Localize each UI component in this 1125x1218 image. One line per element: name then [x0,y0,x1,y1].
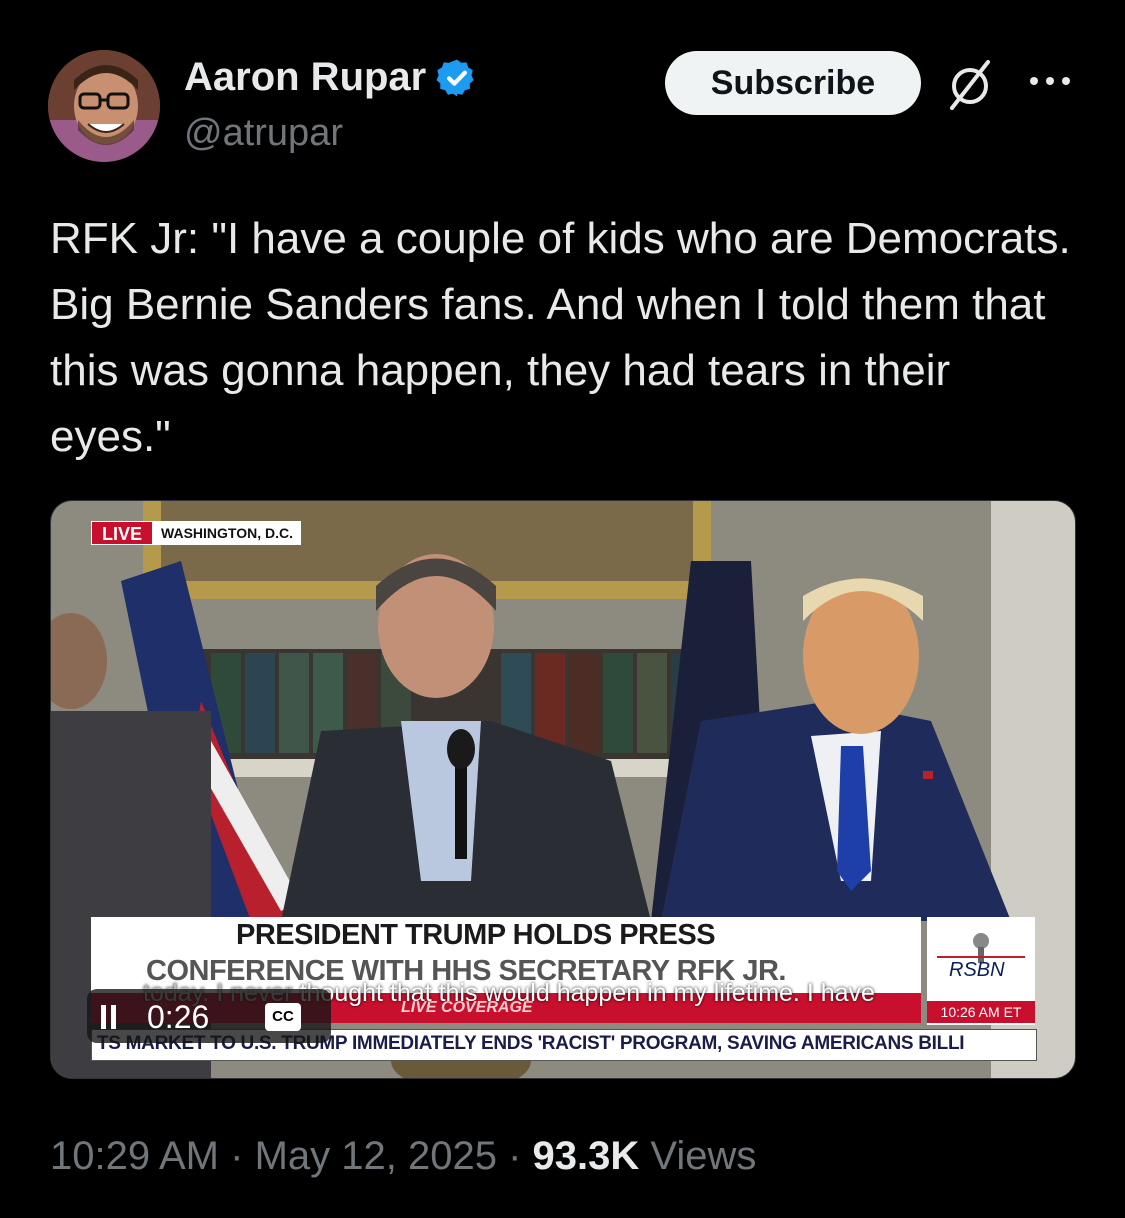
closed-caption-current: thought that this would happen in my lif… [299,979,875,1007]
separator: · [219,1134,255,1178]
avatar-photo [48,50,160,162]
location-tag: WASHINGTON, D.C. [153,521,301,545]
author-name[interactable]: Aaron Rupar [184,55,426,100]
closed-captions-button[interactable]: CC [265,1003,301,1031]
subscribe-button[interactable]: Subscribe [665,51,921,115]
author-handle[interactable]: @atrupar [184,112,343,155]
pause-icon[interactable] [99,1005,119,1029]
author-name-row[interactable]: Aaron Rupar [184,55,478,100]
live-tag: LIVE [91,521,154,545]
more-horizontal-icon[interactable] [1026,66,1074,96]
player-controls: 0:26 CC [87,989,331,1043]
author-avatar[interactable] [48,50,160,162]
separator: · [496,1134,533,1178]
views-count: 93.3K [532,1134,640,1178]
slashed-circle-icon[interactable] [944,58,996,110]
video-player[interactable]: LIVE WASHINGTON, D.C. PRESIDENT TRUMP HO… [50,500,1076,1079]
tweet-metadata: 10:29 AM · May 12, 2025 · 93.3K Views [50,1134,756,1179]
tweet-date[interactable]: May 12, 2025 [255,1134,497,1178]
views-label: Views [650,1134,757,1178]
tweet-text: RFK Jr: "I have a couple of kids who are… [50,214,1071,461]
chyron-title-line1: PRESIDENT TRUMP HOLDS PRESS [236,919,716,951]
live-badge: LIVE WASHINGTON, D.C. [91,521,301,545]
verified-badge-icon [436,59,474,96]
tweet-time[interactable]: 10:29 AM [50,1134,219,1178]
playback-time: 0:26 [147,999,210,1035]
